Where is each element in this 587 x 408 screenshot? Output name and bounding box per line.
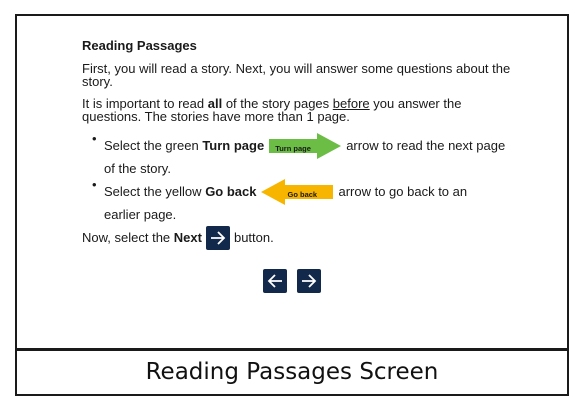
go-back-arrow-label: Go back [287, 189, 318, 199]
screen-frame: Reading Passages First, you will read a … [15, 14, 569, 396]
bullet-continuation: earlier page. [104, 207, 177, 222]
bullet-continuation: of the story. [104, 161, 171, 176]
bullet-text: arrow to go back to an [338, 184, 468, 199]
intro-paragraph: First, you will read a story. Next, you … [82, 61, 511, 89]
go-back-arrow-icon: Go back [261, 178, 334, 205]
back-button[interactable] [262, 269, 287, 293]
turn-page-arrow-icon: Turn page [269, 132, 342, 159]
next-button[interactable] [297, 269, 322, 293]
bullet-bold-go-back: Go back [205, 184, 257, 199]
list-item-turn-page: • Select the green Turn page Turn page a… [92, 132, 522, 178]
reading-passages-panel: Reading Passages First, you will read a … [17, 16, 567, 351]
turn-page-arrow-label: Turn page [275, 143, 311, 153]
instruction-text: Now, select the [82, 230, 171, 245]
figure-caption: Reading Passages Screen [145, 359, 439, 385]
bullet-text: Select the green [104, 138, 199, 153]
bullet-text: arrow to read the next page [346, 138, 506, 153]
content-area: Reading Passages First, you will read a … [82, 38, 522, 251]
bullet-dot: • [92, 131, 97, 146]
next-instruction: Now, select the Next button. [82, 224, 522, 251]
list-item-go-back: • Select the yellow Go back Go back arro… [92, 178, 522, 224]
bullet-bold-turn-page: Turn page [202, 138, 265, 153]
arrow-right-icon [205, 225, 230, 250]
arrow-left-icon [267, 274, 282, 288]
bullet-dot: • [92, 177, 97, 192]
page-title: Reading Passages [82, 38, 197, 53]
bullet-text: Select the yellow [104, 184, 202, 199]
instruction-paragraph: It is important to read all of the story… [82, 97, 522, 123]
arrow-right-icon [302, 274, 317, 288]
instruction-text: button. [233, 230, 274, 245]
navigation-bar [17, 269, 567, 293]
instruction-bold-next: Next [173, 230, 202, 245]
instruction-list: • Select the green Turn page Turn page a… [82, 132, 522, 224]
